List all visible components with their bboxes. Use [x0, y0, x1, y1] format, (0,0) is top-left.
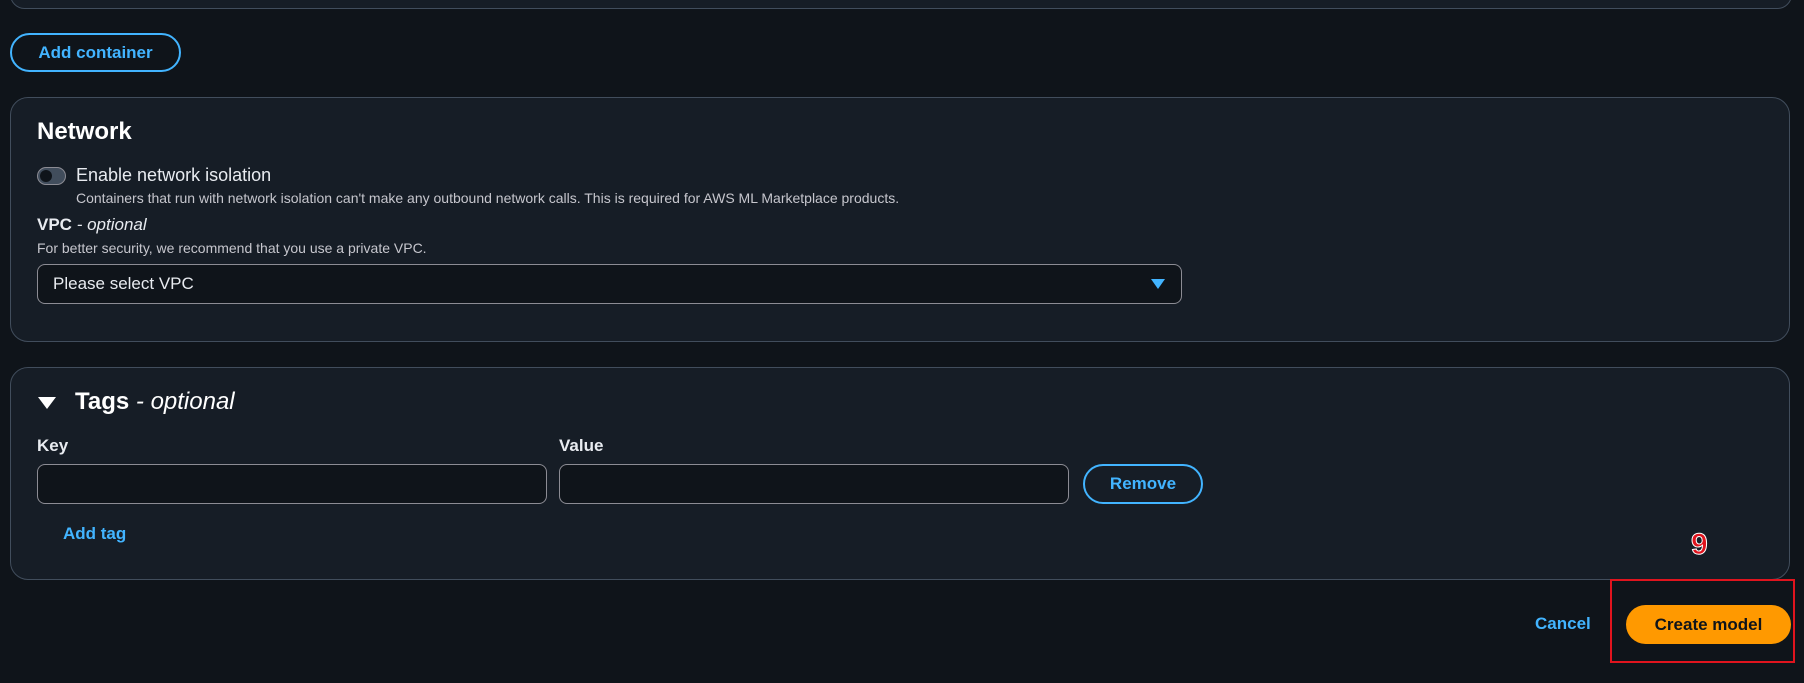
tags-section: Tags - optional Key Value Remove Add tag [10, 367, 1790, 580]
vpc-label-text: VPC [37, 215, 72, 234]
remove-tag-button[interactable]: Remove [1083, 464, 1203, 504]
annotation-number: 9 [1691, 528, 1709, 562]
vpc-description: For better security, we recommend that y… [37, 240, 427, 256]
tags-title[interactable]: Tags - optional [75, 388, 235, 416]
tag-key-label: Key [37, 436, 69, 455]
tag-value-label: Value [559, 436, 604, 455]
add-container-button[interactable]: Add container [10, 33, 181, 72]
tags-title-text: Tags [75, 388, 130, 415]
cancel-button[interactable]: Cancel [1535, 614, 1591, 634]
network-isolation-description: Containers that run with network isolati… [76, 190, 900, 206]
previous-container-card [10, 0, 1792, 9]
toggle-knob [40, 170, 52, 182]
vpc-optional-text: - optional [71, 215, 147, 234]
network-section: Network Enable network isolation Contain… [10, 97, 1790, 342]
add-tag-button[interactable]: Add tag [63, 524, 126, 544]
tags-optional-text: - optional [129, 388, 235, 415]
tag-key-input[interactable] [37, 464, 547, 504]
vpc-select-value: Please select VPC [53, 274, 194, 293]
network-title: Network [37, 118, 132, 145]
vpc-label: VPC - optional [37, 215, 147, 235]
network-isolation-label: Enable network isolation [76, 165, 272, 185]
network-isolation-toggle[interactable] [37, 167, 66, 185]
caret-down-icon [1151, 279, 1165, 289]
vpc-select[interactable]: Please select VPC [37, 264, 1182, 304]
expand-caret-icon[interactable] [38, 397, 56, 409]
annotation-highlight-box [1610, 579, 1795, 663]
tag-value-input[interactable] [559, 464, 1069, 504]
